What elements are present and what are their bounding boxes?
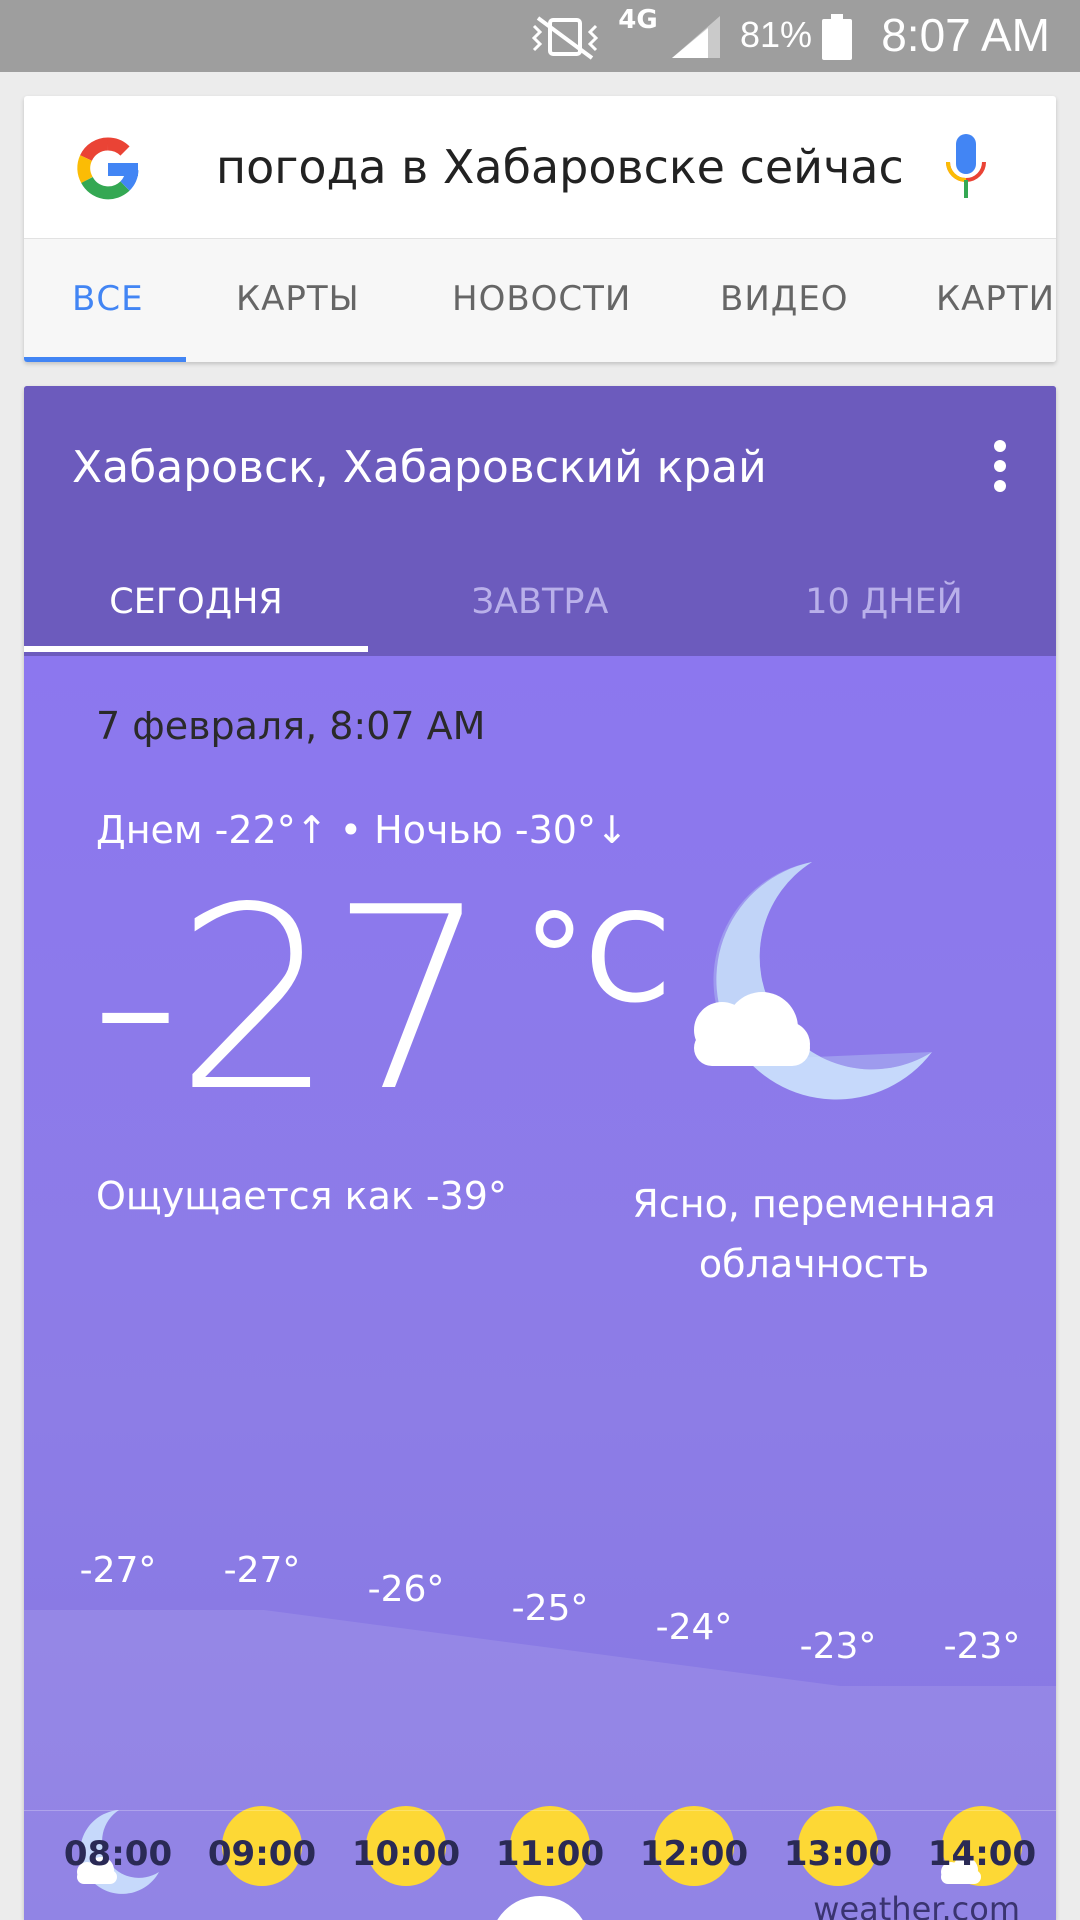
moon-cloud-icon [694,862,932,1100]
hourly-time: 11:00 [495,1834,605,1874]
tab-news[interactable]: НОВОСТИ [452,239,631,362]
tab-today[interactable]: СЕГОДНЯ [24,552,368,656]
hourly-time: 12:00 [639,1834,749,1874]
network-type: 4G [618,5,658,35]
hourly-temp: -23° [943,1626,1021,1667]
hourly-temp: -23° [799,1626,877,1667]
search-query[interactable]: погода в Хабаровске сейчас [216,140,904,194]
search-card: погода в Хабаровске сейчас ВСЕ КАРТЫ НОВ… [24,96,1056,362]
hourly-temp: -24° [655,1607,733,1648]
search-tabs: ВСЕ КАРТЫ НОВОСТИ ВИДЕО КАРТИ [24,239,1056,362]
hourly-time: 14:00 [927,1834,1037,1874]
hourly-temp: -25° [511,1588,589,1629]
condition-text: Ясно, переменная облачность [632,1182,996,1286]
clock: 8:07 AM [881,9,1050,61]
hourly-time: 13:00 [783,1834,893,1874]
hourly-time: 09:00 [207,1834,317,1874]
weather-card: Хабаровск, Хабаровский край СЕГОДНЯ ЗАВТ… [24,386,1056,1920]
status-bar: 4G 81% 8:07 AM [0,0,1080,72]
tab-images[interactable]: КАРТИ [936,239,1055,362]
hourly-temp: -27° [223,1550,301,1591]
hourly-forecast[interactable]: -27° 08:00 -27° 09:00 -26° 10:00 -25° 11:00 -24°… [24,1426,1056,1920]
hourly-time: 10:00 [351,1834,461,1874]
microphone-icon[interactable] [944,134,988,198]
data-source-link[interactable]: weather.com [813,1890,1020,1920]
signal-icon [672,16,720,58]
tab-video[interactable]: ВИДЕО [720,239,849,362]
weather-body: 7 февраля, 8:07 AM Днем -22°↑ • Ночью -3… [24,656,1056,1920]
tab-all[interactable]: ВСЕ [72,239,144,362]
google-logo-icon[interactable] [70,130,146,206]
location-title: Хабаровск, Хабаровский край [72,442,767,493]
tab-tomorrow[interactable]: ЗАВТРА [368,552,712,656]
weather-header: Хабаровск, Хабаровский край СЕГОДНЯ ЗАВТ… [24,386,1056,656]
vibrate-mute-icon [531,16,599,60]
tab-maps[interactable]: КАРТЫ [236,239,360,362]
hourly-temp: -26° [367,1569,445,1610]
battery-percent: 81% [739,14,812,55]
tab-10-days[interactable]: 10 ДНЕЙ [712,552,1056,656]
hourly-time: 08:00 [63,1834,173,1874]
hourly-divider [24,1810,1056,1811]
weather-date: 7 февраля, 8:07 AM [96,704,486,748]
search-bar[interactable]: погода в Хабаровске сейчас [24,96,1056,239]
high-low: Днем -22°↑ • Ночью -30°↓ [96,808,628,852]
hourly-temp: -27° [79,1550,157,1591]
battery-icon [822,14,852,60]
weather-tab-indicator [24,646,368,652]
current-temperature: -27 [90,854,490,1147]
temperature-unit: °C [524,888,671,1030]
more-options-icon[interactable] [978,434,1018,498]
active-tab-indicator [24,357,186,362]
feels-like: Ощущается как -39° [96,1174,507,1218]
